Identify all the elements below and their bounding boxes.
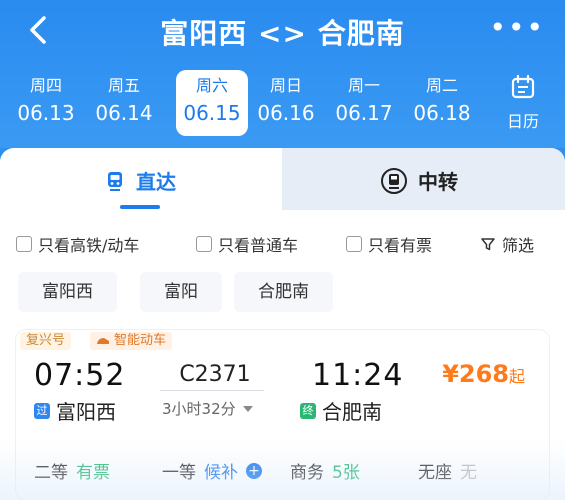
date-item[interactable]: 周五 06.14 — [88, 70, 160, 126]
station-chip[interactable]: 合肥南 — [234, 272, 333, 312]
filter-label: 只看高铁/动车 — [38, 236, 140, 255]
calendar-button[interactable]: 日历 — [495, 74, 551, 132]
tabs: 直达 中转 — [0, 148, 565, 210]
filter-label: 只看有票 — [368, 236, 433, 255]
station-chip[interactable]: 富阳 — [140, 272, 222, 312]
train-card[interactable]: 复兴号 智能动车 07:52 过 富阳西 C2371 3小时32分 11:24 — [16, 330, 549, 500]
seat-status: 候补 — [204, 463, 238, 483]
divider — [160, 390, 264, 391]
date-weekday: 周五 — [107, 76, 140, 95]
caret-down-icon — [242, 405, 253, 412]
filter-label: 只看普通车 — [218, 236, 299, 255]
filter-button[interactable]: 筛选 — [480, 232, 534, 256]
to-station-name: 合肥南 — [322, 400, 382, 424]
date-day: 06.16 — [257, 101, 315, 125]
train-number: C2371 — [179, 362, 251, 387]
filter-normal-train-checkbox[interactable]: 只看普通车 — [196, 232, 298, 256]
seat-status: 有票 — [76, 463, 110, 483]
content-area: 只看高铁/动车 只看普通车 只看有票 筛选 富阳西 富阳 合肥南 复兴号 智能动… — [0, 210, 565, 500]
seat-first-class[interactable]: 一等 候补 + — [162, 458, 262, 483]
tab-transfer-label: 中转 — [418, 170, 458, 194]
pass-tag: 过 — [34, 402, 50, 419]
date-weekday: 周二 — [425, 76, 458, 95]
train-icon — [108, 171, 122, 191]
active-tab-indicator — [120, 205, 160, 209]
filter-icon — [481, 238, 495, 251]
tab-direct-label: 直达 — [136, 170, 176, 194]
duration: 3小时32分 — [162, 400, 236, 418]
terminal-tag: 终 — [300, 402, 316, 419]
date-selector: 周四 06.13 周五 06.14 周六 06.15 周日 06.16 周一 0… — [10, 70, 490, 140]
results-panel: 直达 中转 只看高铁/动车 只看普通车 只看有票 筛选 富阳西 富阳 合肥南 复… — [0, 148, 565, 500]
price: ¥268起 — [442, 360, 525, 388]
filter-available-checkbox[interactable]: 只看有票 — [346, 232, 432, 256]
seat-availability: 二等 有票 一等 候补 + 商务 5张 无座 无 — [34, 458, 554, 483]
date-day: 06.13 — [17, 101, 75, 125]
filter-label: 筛选 — [502, 236, 535, 255]
smart-emu-badge: 智能动车 — [90, 332, 173, 350]
date-day: 06.18 — [413, 101, 471, 125]
date-item[interactable]: 周四 06.13 — [10, 70, 82, 126]
seat-status: 5张 — [332, 463, 360, 483]
add-waitlist-icon[interactable]: + — [246, 462, 262, 479]
filter-high-speed-checkbox[interactable]: 只看高铁/动车 — [16, 232, 139, 256]
from-station: 过 富阳西 — [34, 396, 116, 425]
more-menu-button[interactable]: ••• — [489, 14, 545, 42]
depart-time: 07:52 — [34, 358, 126, 393]
header-bar: 富阳西 <> 合肥南 ••• 周四 06.13 周五 06.14 周六 06.1… — [0, 0, 565, 148]
tab-transfer[interactable]: 中转 — [282, 148, 565, 210]
more-icon: ••• — [489, 11, 545, 44]
date-day: 06.15 — [183, 101, 241, 125]
filter-row: 只看高铁/动车 只看普通车 只看有票 筛选 — [16, 230, 556, 256]
checkbox-icon — [346, 236, 362, 252]
tab-direct[interactable]: 直达 — [0, 148, 282, 210]
date-item[interactable]: 周一 06.17 — [328, 70, 400, 126]
seat-type: 一等 — [162, 463, 196, 483]
seat-no-seat: 无座 无 — [418, 458, 477, 483]
date-item[interactable]: 周二 06.18 — [406, 70, 478, 126]
date-item[interactable]: 周日 06.16 — [250, 70, 322, 126]
emu-icon — [97, 338, 109, 344]
seat-status: 无 — [460, 463, 477, 483]
seat-type: 商务 — [290, 463, 324, 483]
price-suffix: 起 — [508, 367, 525, 386]
route-title: 富阳西 <> 合肥南 — [160, 17, 405, 50]
station-chip[interactable]: 富阳西 — [18, 272, 117, 312]
date-weekday: 周日 — [269, 76, 302, 95]
transfer-icon — [381, 167, 407, 194]
smart-emu-label: 智能动车 — [114, 333, 167, 348]
date-item-selected[interactable]: 周六 06.15 — [176, 70, 248, 136]
fuxing-badge: 复兴号 — [20, 332, 72, 350]
seat-type: 无座 — [418, 463, 452, 483]
from-station-name: 富阳西 — [56, 400, 116, 424]
date-day: 06.17 — [335, 101, 393, 125]
arrive-time: 11:24 — [312, 358, 404, 393]
calendar-icon — [511, 74, 535, 99]
date-weekday: 周四 — [29, 76, 62, 95]
price-value: ¥268 — [442, 360, 509, 388]
checkbox-icon — [196, 236, 212, 252]
date-weekday: 周六 — [195, 76, 228, 95]
calendar-label: 日历 — [506, 112, 539, 131]
checkbox-icon — [16, 236, 32, 252]
date-weekday: 周一 — [347, 76, 380, 95]
seat-second-class: 二等 有票 — [34, 458, 110, 483]
seat-type: 二等 — [34, 463, 68, 483]
to-station: 终 合肥南 — [300, 396, 382, 425]
seat-business-class: 商务 5张 — [290, 458, 360, 483]
duration-toggle[interactable]: 3小时32分 — [162, 398, 254, 419]
date-day: 06.14 — [95, 101, 153, 125]
